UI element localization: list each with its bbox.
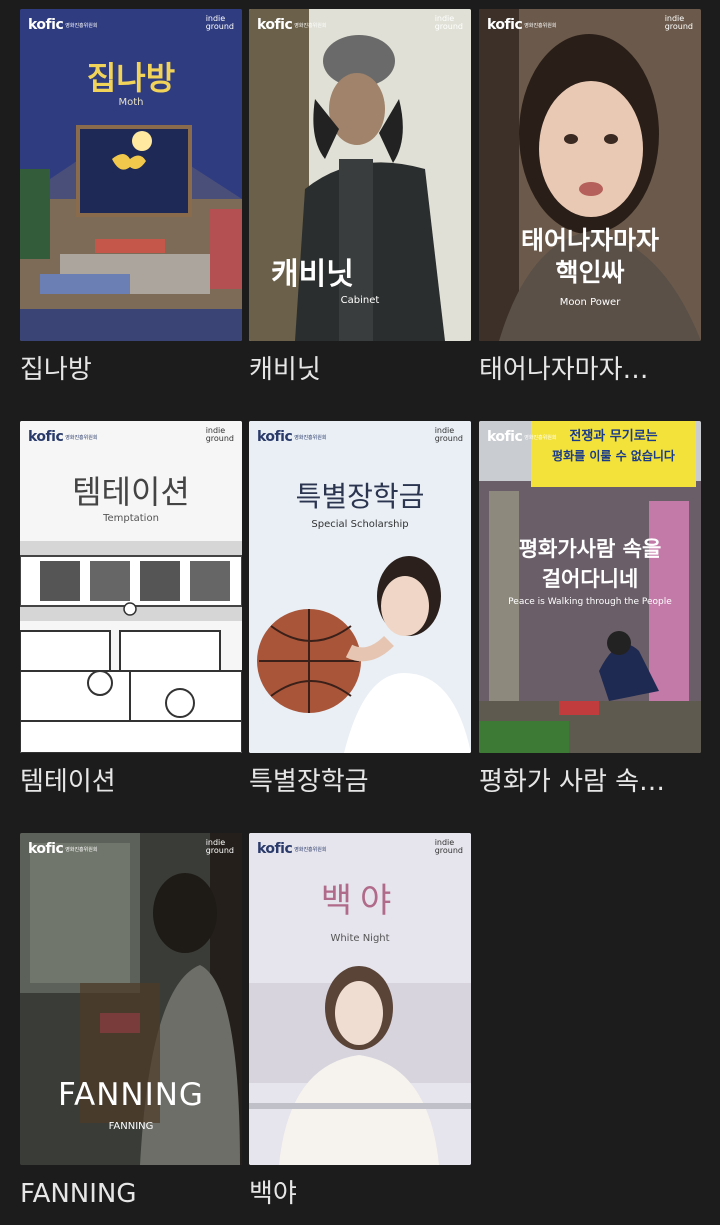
kofic-logo: kofic 영화진흥위원회 [487,17,557,33]
kofic-logo: kofic 영화진흥위원회 [28,17,98,33]
poster-subtitle: White Night [330,933,390,944]
movie-poster[interactable]: 전쟁과 무기로는 평화를 이룰 수 없습니다 kofic 영화진흥위원회 평화가사… [479,421,701,753]
movie-title[interactable]: FANNING [20,1177,242,1211]
movie-poster[interactable]: kofic 영화진흥위원회 indie ground 태어나자마자 핵인싸 Moon… [479,9,701,341]
indieground-logo: indie ground [664,14,693,31]
movie-title[interactable]: 태어나자마자… [479,353,701,387]
poster-subtitle: Temptation [103,513,159,524]
movie-title[interactable]: 특별장학금 [249,765,471,799]
movie-title[interactable]: 캐비닛 [249,353,471,387]
poster-title: 특별장학금 [295,480,425,513]
poster-title-line1: 태어나자마자 [520,226,659,255]
movie-poster[interactable]: kofic 영화진흥위원회 indie ground FANNING FANNING [20,833,242,1165]
kofic-logo: kofic 영화진흥위원회 [257,841,327,857]
poster-title-line2: 걸어다니네 [541,567,639,591]
poster-title: FANNING [58,1077,204,1113]
movie-title[interactable]: 백야 [249,1177,471,1211]
movie-card[interactable]: kofic 영화진흥위원회 indie ground 백야 White Night … [249,833,471,1211]
poster-subtitle: Peace is Walking through the People [508,597,672,607]
movie-title[interactable]: 평화가 사람 속… [479,765,701,799]
indieground-logo: indie ground [434,14,463,31]
movie-poster[interactable]: kofic 영화진흥위원회 indie ground 캐비닛 Cabinet [249,9,471,341]
poster-title: 집나방 [86,59,176,97]
kofic-logo: kofic 영화진흥위원회 [28,841,98,857]
poster-subtitle: Moon Power [559,297,621,308]
indieground-logo: indie ground [205,14,234,31]
poster-photo [20,833,242,1165]
movie-card[interactable]: kofic 영화진흥위원회 indie ground 캐비닛 Cabinet 캐비닛 [249,9,471,387]
poster-subtitle: Cabinet [340,295,380,306]
banner-text-line2: 평화를 이룰 수 없습니다 [552,449,675,463]
movie-card[interactable]: 전쟁과 무기로는 평화를 이룰 수 없습니다 kofic 영화진흥위원회 평화가사… [479,421,701,799]
movie-poster[interactable]: kofic 영화진흥위원회 indie ground 특별장학금 Special S… [249,421,471,753]
kofic-logo: kofic 영화진흥위원회 [257,17,327,33]
poster-title: 백야 [320,881,400,921]
movie-card[interactable]: kofic 영화진흥위원회 indie ground 템테이션 Temptation… [20,421,242,799]
indieground-logo: indie ground [205,426,234,443]
poster-subtitle: Moth [118,97,144,108]
movie-card[interactable]: kofic 영화진흥위원회 indie ground 특별장학금 Special S… [249,421,471,799]
movie-title[interactable]: 집나방 [20,353,242,387]
poster-title: 템테이션 [72,473,190,511]
poster-title: 캐비닛 [271,257,354,292]
indieground-logo: indie ground [434,838,463,855]
kofic-logo: kofic 영화진흥위원회 [257,429,327,445]
movie-card[interactable]: kofic 영화진흥위원회 indie ground 집나방 Moth 집나방 [20,9,242,387]
movie-title[interactable]: 템테이션 [20,765,242,799]
indieground-logo: indie ground [205,838,234,855]
poster-photo [249,421,471,753]
movie-card[interactable]: kofic 영화진흥위원회 indie ground FANNING FANNING… [20,833,242,1211]
indieground-logo: indie ground [434,426,463,443]
movie-grid: kofic영화진흥위원회 indieground 집나방 Moth 집나방 [0,0,720,1225]
poster-subtitle: FANNING [108,1121,154,1132]
poster-subtitle: Special Scholarship [311,519,409,530]
poster-title-line2: 핵인싸 [555,258,625,287]
poster-photo [479,9,701,341]
movie-poster[interactable]: kofic 영화진흥위원회 indie ground 백야 White Night [249,833,471,1165]
poster-title-line1: 평화가사람 속을 [518,537,662,561]
movie-card[interactable]: kofic 영화진흥위원회 indie ground 태어나자마자 핵인싸 Moon… [479,9,701,387]
movie-poster[interactable]: kofic 영화진흥위원회 indie ground 집나방 Moth [20,9,242,341]
movie-poster[interactable]: kofic 영화진흥위원회 indie ground 템테이션 Temptation [20,421,242,753]
kofic-logo: kofic 영화진흥위원회 [28,429,98,445]
kofic-logo: kofic 영화진흥위원회 [487,429,557,445]
